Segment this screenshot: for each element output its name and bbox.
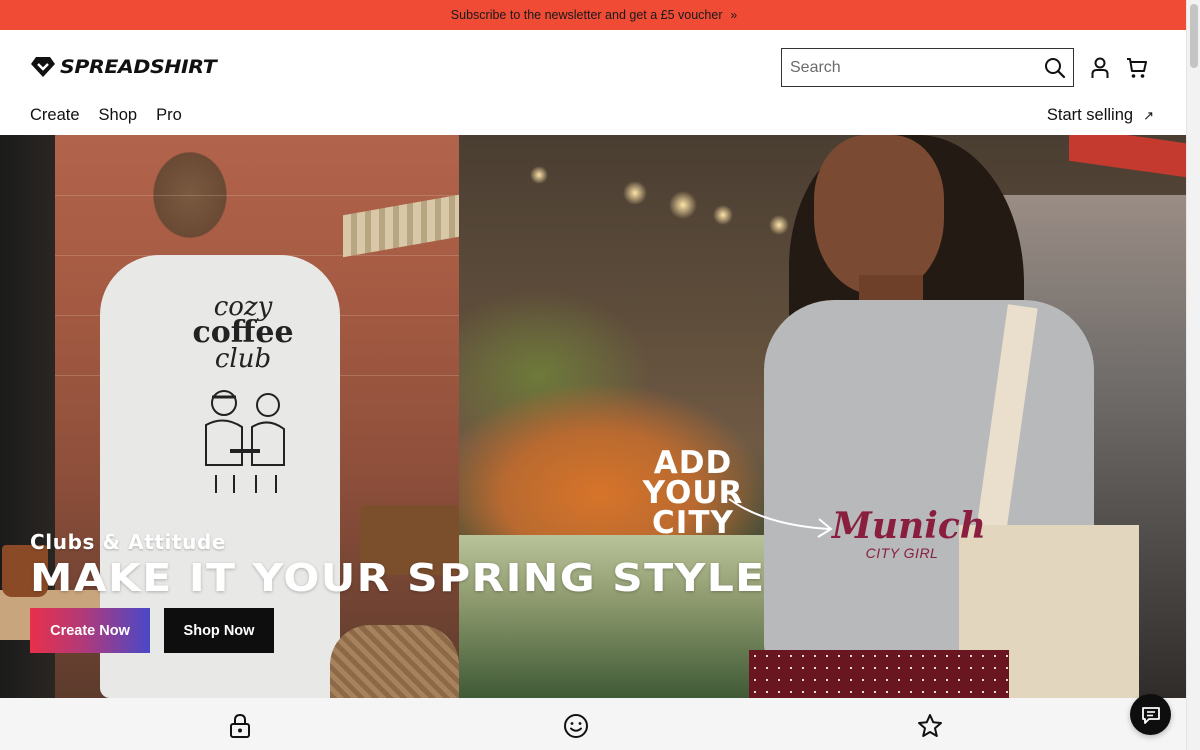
logo-mark-icon: [31, 57, 55, 77]
search-icon[interactable]: [1043, 56, 1067, 80]
chat-icon[interactable]: [1130, 694, 1171, 735]
coffee-friends-illustration: [205, 390, 285, 493]
start-selling-link[interactable]: Start selling ↗: [1047, 106, 1154, 125]
usp-row: [0, 698, 1186, 750]
arrow-up-right-icon: ↗: [1143, 107, 1154, 123]
city-print-sub: CITY GIRL: [865, 545, 939, 561]
model-face-image: [814, 135, 944, 295]
logo[interactable]: SPREADSHIRT: [30, 54, 217, 80]
tshirt-print-line2: coffee: [192, 315, 294, 350]
logo-text: SPREADSHIRT: [60, 56, 217, 78]
curved-arrow-icon: [728, 498, 833, 538]
city-print: Munich CITY GIRL: [832, 505, 986, 561]
star-icon: [917, 713, 943, 739]
main-nav: Create Shop Pro: [30, 106, 182, 125]
nav-item-pro[interactable]: Pro: [156, 106, 182, 125]
city-print-name: Munich: [832, 505, 986, 547]
cart-icon[interactable]: [1124, 55, 1150, 81]
tshirt-print: cozy coffee club: [188, 294, 298, 374]
double-chevron-right-icon: »: [730, 8, 738, 22]
search-box[interactable]: [781, 48, 1074, 87]
account-icon[interactable]: [1087, 55, 1113, 81]
shop-now-button[interactable]: Shop Now: [164, 608, 274, 653]
hero-headline: MAKE IT YOUR SPRING STYLE: [30, 556, 766, 600]
hero-banner[interactable]: cozy coffee club ADD YOUR CITY Munich CI…: [0, 135, 1186, 698]
hero-copy: Clubs & Attitude MAKE IT YOUR SPRING STY…: [30, 530, 764, 600]
scrollbar-thumb[interactable]: [1190, 4, 1198, 68]
promo-banner[interactable]: Subscribe to the newsletter and get a £5…: [0, 0, 1186, 30]
tshirt-print-line3: club: [214, 344, 272, 374]
search-input[interactable]: [790, 58, 1030, 77]
create-now-button[interactable]: Create Now: [30, 608, 150, 653]
lock-icon: [227, 713, 253, 739]
promo-text[interactable]: Subscribe to the newsletter and get a £5…: [451, 8, 723, 22]
nav-item-shop[interactable]: Shop: [99, 106, 138, 125]
hero-image-city-shirt: [459, 135, 1186, 698]
site-header: SPREADSHIRT Create Shop Pro Start sellin…: [0, 30, 1186, 135]
page-scrollbar[interactable]: [1186, 0, 1200, 750]
nav-item-create[interactable]: Create: [30, 106, 80, 125]
smiley-icon: [563, 713, 589, 739]
hero-eyebrow: Clubs & Attitude: [30, 530, 227, 554]
start-selling-label: Start selling: [1046, 106, 1134, 124]
